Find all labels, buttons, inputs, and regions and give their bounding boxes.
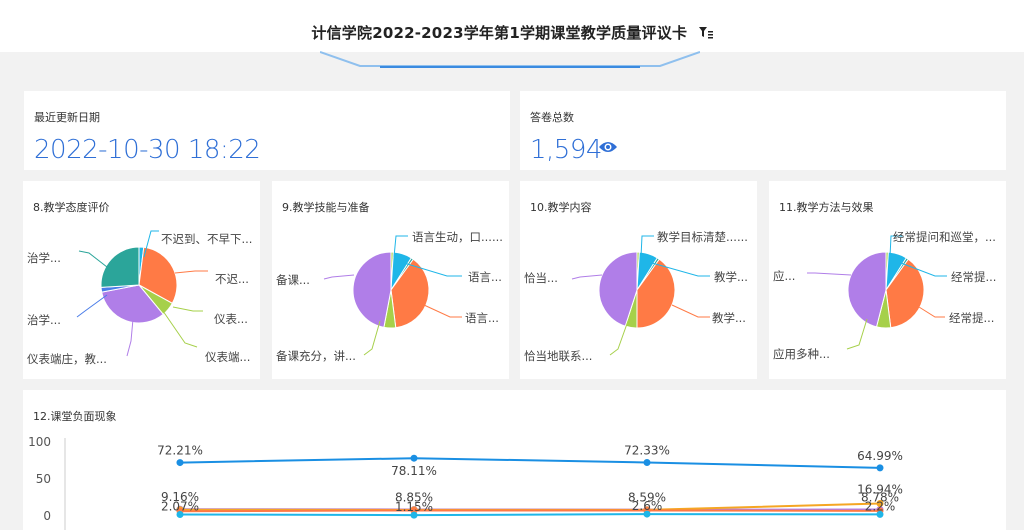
pie-card-skills: 9.教学技能与准备 语言生动，口...... 语言... 语言... 备课充分，…	[272, 181, 509, 379]
header-decoration	[320, 50, 700, 72]
filter-icon[interactable]	[699, 25, 713, 43]
y-tick-label: 50	[36, 472, 51, 486]
data-label: 2.2%	[865, 499, 896, 513]
pie-label: 恰当...	[524, 270, 558, 286]
pie-label: 恰当地联系...	[524, 348, 592, 364]
kpi-total-label: 答卷总数	[530, 109, 574, 125]
page-title-row: 计信学院2022-2023学年第1学期课堂教学质量评议卡	[0, 22, 1024, 43]
data-point[interactable]	[644, 459, 651, 466]
pie-label: 应用多种...	[773, 346, 830, 362]
series-line	[180, 514, 880, 515]
series-line	[180, 458, 880, 468]
pie-label: 语言生动，口......	[412, 229, 503, 245]
pie-label: 仪表端...	[205, 349, 250, 365]
data-label: 2.6%	[632, 499, 663, 513]
pie-label: 仪表...	[214, 311, 248, 327]
pie-label: 教学目标清楚......	[657, 229, 748, 245]
line-chart-card: 12.课堂负面现象 05010072.21%78.11%72.33%64.99%…	[23, 390, 1006, 530]
pie-card-method: 11.教学方法与效果 经常提问和巡堂，... 经常提... 经常提... 应用多…	[769, 181, 1006, 379]
pie-card-content: 10.教学内容 教学目标清楚...... 教学... 教学... 恰当地联系..…	[520, 181, 757, 379]
pie-label: 教学...	[712, 310, 746, 326]
pie-label: 语言...	[465, 310, 499, 326]
line-chart: 05010072.21%78.11%72.33%64.99%9.16%8.85%…	[23, 390, 1006, 530]
pie-label: 不迟...	[215, 271, 249, 287]
kpi-card-total: 答卷总数 1,594	[520, 91, 1006, 170]
data-point[interactable]	[877, 464, 884, 471]
pie-label: 不迟到、不早下...	[161, 231, 252, 247]
eye-icon[interactable]	[598, 139, 618, 158]
data-label: 1.15%	[395, 500, 433, 514]
pie-label: 经常提问和巡堂，...	[893, 229, 996, 245]
pie-label: 经常提...	[951, 269, 996, 285]
pie-slice[interactable]	[353, 252, 391, 327]
data-label: 64.99%	[857, 449, 903, 463]
pie-label: 经常提...	[949, 310, 994, 326]
page-title: 计信学院2022-2023学年第1学期课堂教学质量评议卡	[311, 24, 687, 42]
series-line	[180, 510, 880, 511]
data-label: 16.94%	[857, 482, 903, 496]
pie-label: 备课充分，讲...	[276, 348, 356, 364]
kpi-update-label: 最近更新日期	[34, 109, 100, 125]
data-label: 72.21%	[157, 444, 203, 458]
pie-label: 备课...	[276, 272, 310, 288]
pie-label: 治学...	[27, 312, 61, 328]
pie-label: 应...	[773, 268, 795, 284]
pie-label: 语言...	[468, 269, 502, 285]
data-label: 78.11%	[391, 464, 437, 478]
pie-card-attitude: 8.教学态度评价 不迟到、不早下... 不迟... 仪表... 仪表端... 仪…	[23, 181, 260, 379]
pie-label: 治学...	[27, 250, 61, 266]
data-point[interactable]	[177, 459, 184, 466]
y-tick-label: 100	[28, 435, 51, 449]
data-point[interactable]	[411, 455, 418, 462]
pie-label: 教学...	[714, 269, 748, 285]
data-label: 2.07%	[161, 499, 199, 513]
pie-label: 仪表端庄，教...	[27, 351, 107, 367]
kpi-update-value: 2022-10-30 18:22	[34, 135, 260, 165]
kpi-card-update: 最近更新日期 2022-10-30 18:22	[24, 91, 510, 170]
data-label: 72.33%	[624, 443, 670, 457]
kpi-total-value: 1,594	[530, 135, 602, 165]
